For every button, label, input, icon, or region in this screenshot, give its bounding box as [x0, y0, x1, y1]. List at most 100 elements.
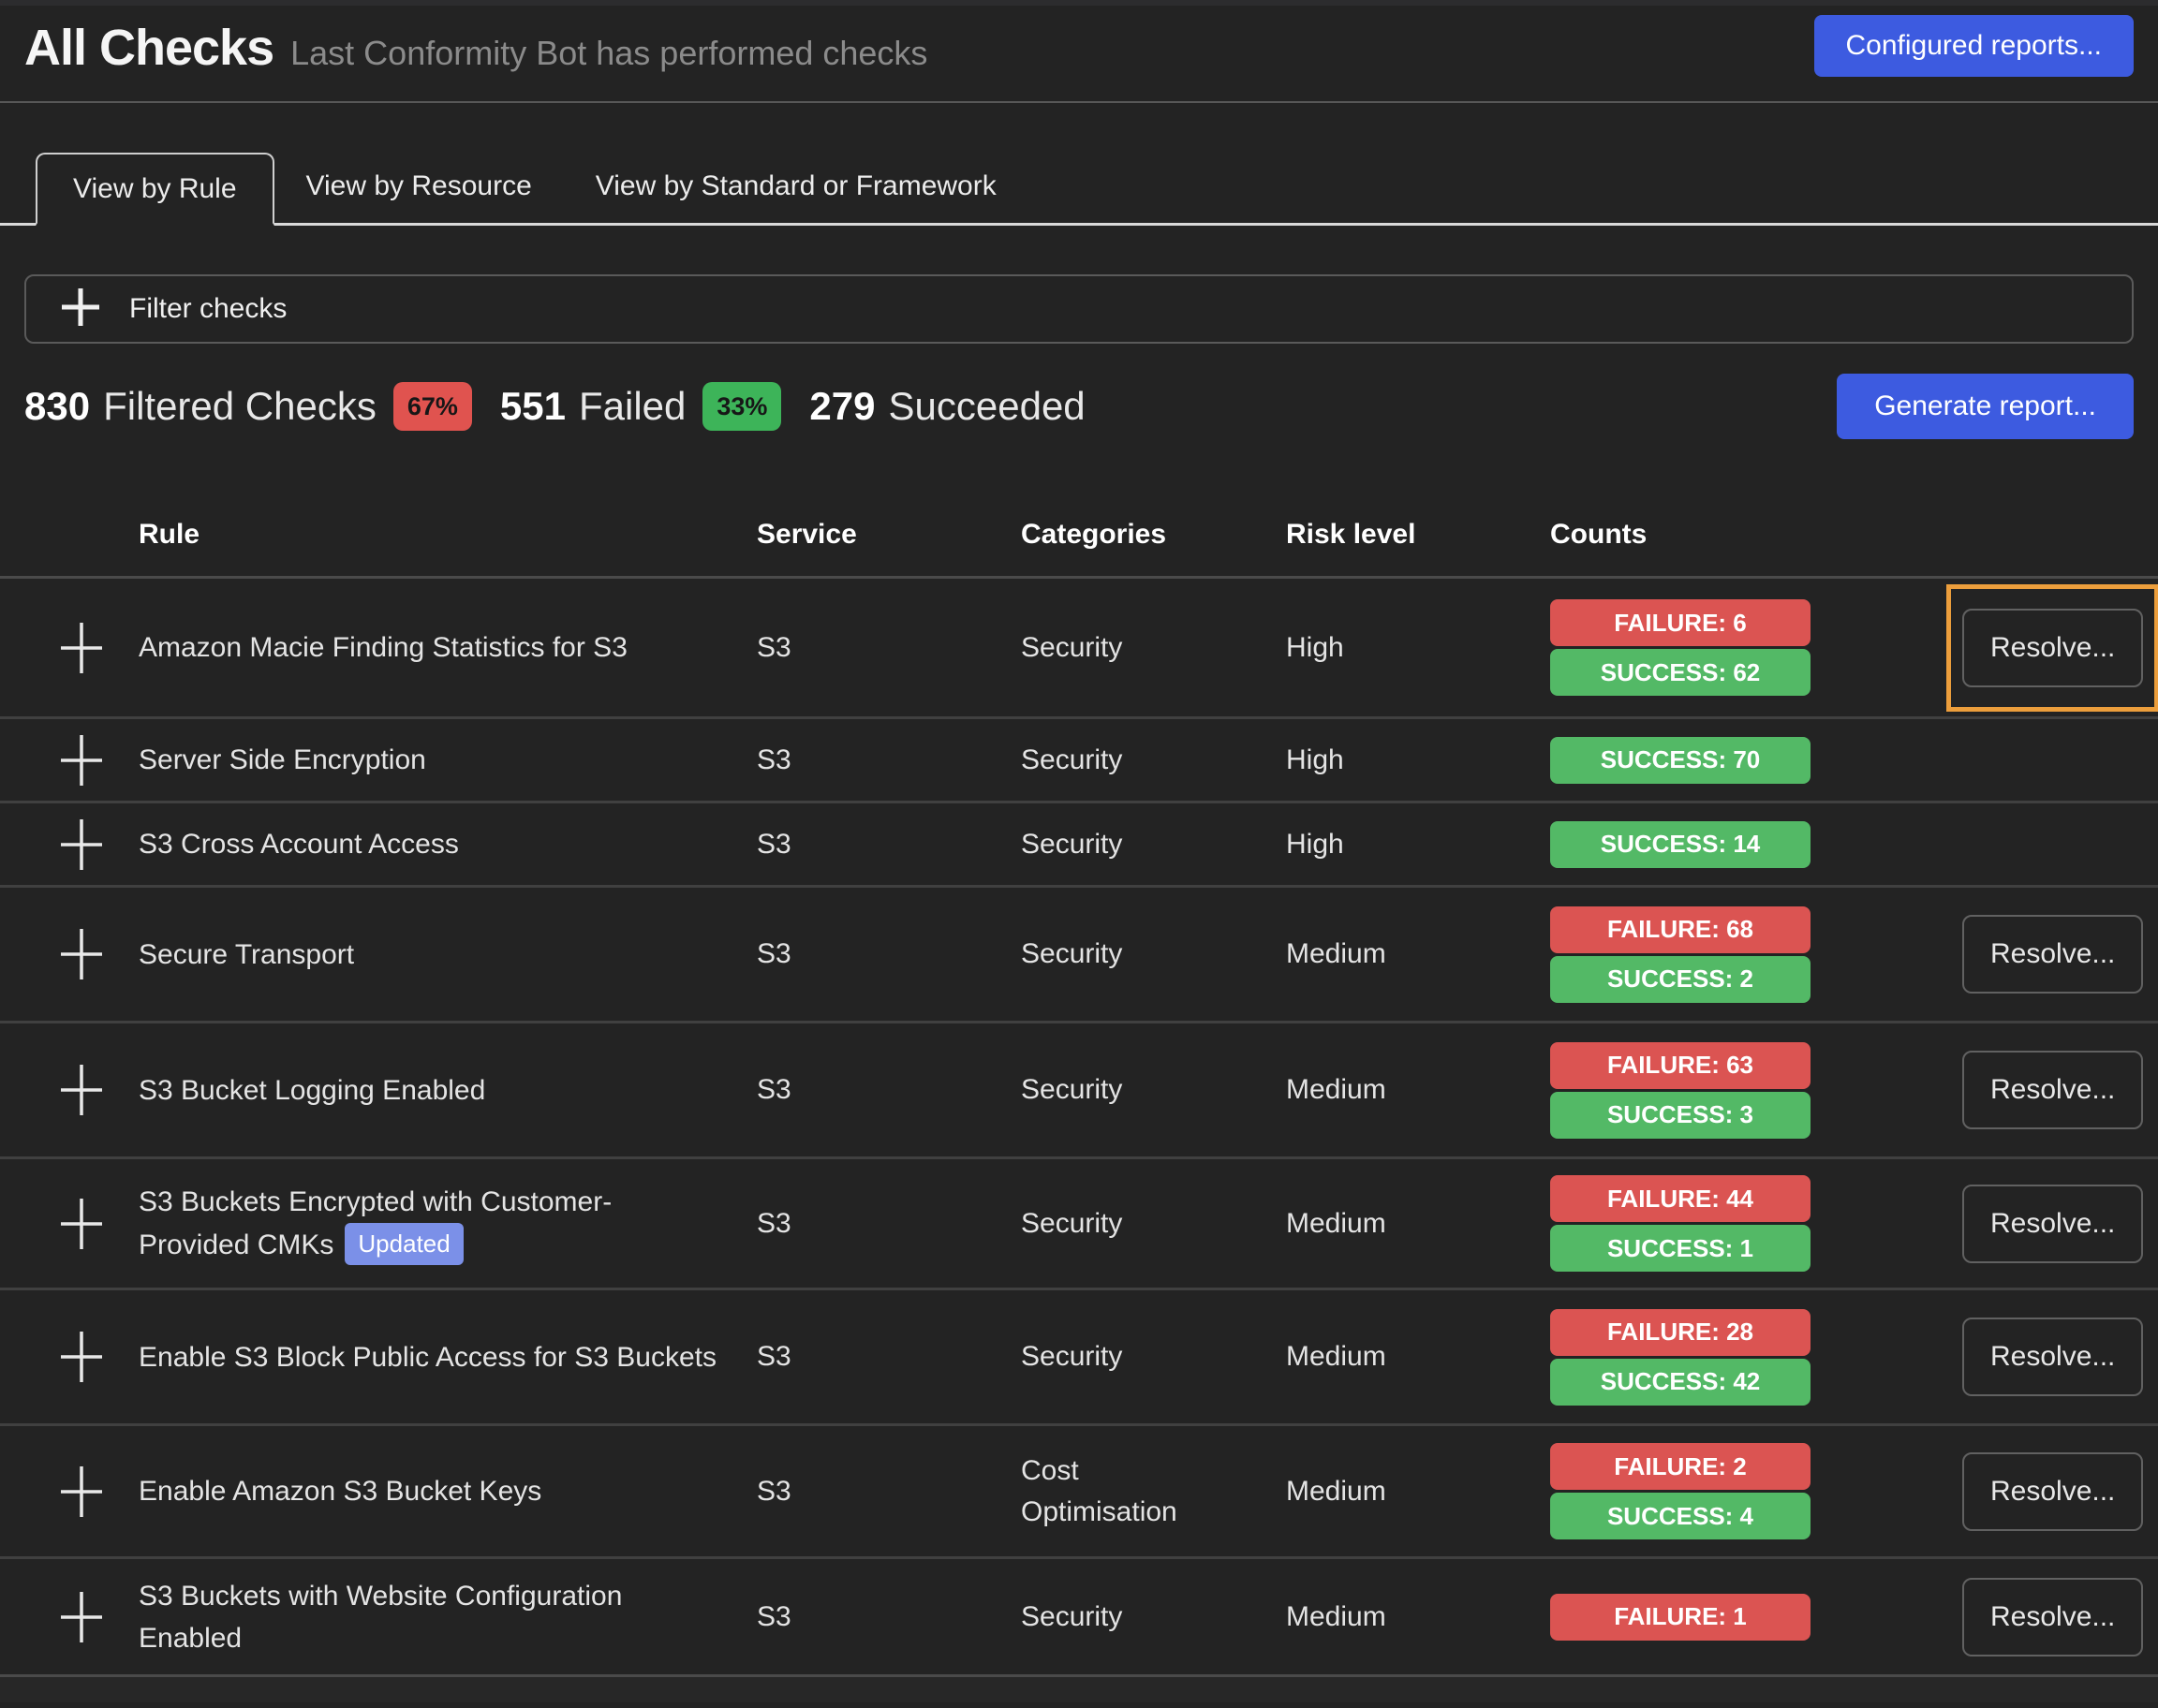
service-cell: S3: [757, 1476, 1021, 1508]
failure-count-badge: FAILURE: 44: [1550, 1175, 1811, 1222]
resolve-button[interactable]: Resolve...: [1962, 1452, 2143, 1531]
success-count-badge: SUCCESS: 62: [1550, 649, 1811, 696]
risk-level-cell: Medium: [1286, 1208, 1550, 1240]
resolve-button[interactable]: Resolve...: [1962, 915, 2143, 994]
risk-level-cell: High: [1286, 829, 1550, 861]
risk-level-cell: Medium: [1286, 938, 1550, 970]
table-row: Server Side Encryption S3 Security High …: [0, 716, 2158, 801]
success-count-badge: SUCCESS: 4: [1550, 1493, 1811, 1539]
categories-cell: Security: [1021, 824, 1122, 865]
checks-table: Rule Service Categories Risk level Count…: [0, 493, 2158, 1702]
counts-cell: FAILURE: 1: [1550, 1591, 1929, 1643]
column-header-counts: Counts: [1550, 519, 1929, 551]
service-cell: S3: [757, 1341, 1021, 1373]
rule-name: S3 Cross Account Access: [139, 829, 459, 860]
table-row: Secure Transport S3 Security Medium FAIL…: [0, 885, 2158, 1021]
failure-count-badge: FAILURE: 63: [1550, 1042, 1811, 1089]
risk-level-cell: High: [1286, 632, 1550, 664]
table-row: Enable Amazon S3 Bucket Keys S3 Cost Opt…: [0, 1423, 2158, 1556]
table-row: Amazon Macie Finding Statistics for S3 S…: [0, 576, 2158, 716]
rule-name: S3 Bucket Logging Enabled: [139, 1075, 485, 1106]
service-cell: S3: [757, 632, 1021, 664]
categories-cell: Security: [1021, 1336, 1122, 1377]
table-row: S3 Cross Account Access S3 Security High…: [0, 801, 2158, 885]
column-header-risk-level: Risk level: [1286, 519, 1550, 551]
counts-cell: SUCCESS: 70: [1550, 734, 1929, 787]
service-cell: S3: [757, 1208, 1021, 1240]
filtered-checks-count: 830: [24, 384, 90, 429]
expand-plus-icon[interactable]: [60, 1330, 103, 1384]
failure-count-badge: FAILURE: 1: [1550, 1594, 1811, 1641]
failed-label: Failed: [579, 384, 686, 429]
counts-cell: FAILURE: 68 SUCCESS: 2: [1550, 904, 1929, 1006]
resolve-button[interactable]: Resolve...: [1962, 1185, 2143, 1263]
updated-badge: Updated: [345, 1223, 463, 1265]
counts-cell: FAILURE: 6 SUCCESS: 62: [1550, 596, 1929, 699]
filter-checks-label: Filter checks: [129, 293, 287, 325]
rule-name: Secure Transport: [139, 939, 354, 970]
service-cell: S3: [757, 744, 1021, 776]
rule-name: S3 Buckets with Website Configuration En…: [139, 1581, 622, 1654]
success-count-badge: SUCCESS: 14: [1550, 821, 1811, 868]
column-header-service: Service: [757, 519, 1021, 551]
resolve-button[interactable]: Resolve...: [1962, 1578, 2143, 1656]
failure-count-badge: FAILURE: 6: [1550, 599, 1811, 646]
failure-count-badge: FAILURE: 2: [1550, 1443, 1811, 1490]
categories-cell: Security: [1021, 740, 1122, 781]
succeeded-count: 279: [809, 384, 875, 429]
succeeded-percent-badge: 33%: [702, 382, 781, 431]
rule-name: Enable S3 Block Public Access for S3 Buc…: [139, 1342, 717, 1373]
risk-level-cell: Medium: [1286, 1601, 1550, 1633]
risk-level-cell: Medium: [1286, 1476, 1550, 1508]
column-header-rule: Rule: [139, 519, 757, 551]
counts-cell: FAILURE: 63 SUCCESS: 3: [1550, 1039, 1929, 1141]
success-count-badge: SUCCESS: 2: [1550, 956, 1811, 1003]
stats-row: 830 Filtered Checks 67% 551 Failed 33% 2…: [24, 374, 2134, 439]
tab-view-by-rule[interactable]: View by Rule: [36, 153, 274, 226]
rule-name: Amazon Macie Finding Statistics for S3: [139, 632, 628, 663]
success-count-badge: SUCCESS: 1: [1550, 1225, 1811, 1272]
rule-name: Server Side Encryption: [139, 744, 426, 775]
failed-count: 551: [500, 384, 566, 429]
table-row: S3 Bucket Logging Enabled S3 Security Me…: [0, 1021, 2158, 1156]
tab-view-by-resource[interactable]: View by Resource: [274, 150, 564, 223]
failure-count-badge: FAILURE: 68: [1550, 906, 1811, 953]
configured-reports-button[interactable]: Configured reports...: [1814, 15, 2134, 77]
expand-plus-icon[interactable]: [60, 927, 103, 981]
expand-plus-icon[interactable]: [60, 733, 103, 788]
success-count-badge: SUCCESS: 3: [1550, 1092, 1811, 1139]
categories-cell: Security: [1021, 1069, 1122, 1111]
counts-cell: FAILURE: 28 SUCCESS: 42: [1550, 1306, 1929, 1408]
annotation-highlight-box: Resolve...: [1946, 584, 2158, 712]
service-cell: S3: [757, 938, 1021, 970]
table-row: S3 Buckets with Website Configuration En…: [0, 1556, 2158, 1674]
filter-checks-bar[interactable]: Filter checks: [24, 274, 2134, 344]
page-title: All Checks: [24, 19, 273, 77]
expand-plus-icon[interactable]: [60, 817, 103, 872]
table-header-row: Rule Service Categories Risk level Count…: [0, 493, 2158, 576]
counts-cell: FAILURE: 2 SUCCESS: 4: [1550, 1440, 1929, 1542]
resolve-button[interactable]: Resolve...: [1962, 609, 2143, 687]
service-cell: S3: [757, 1601, 1021, 1633]
expand-plus-icon[interactable]: [60, 1590, 103, 1644]
expand-plus-icon[interactable]: [60, 1197, 103, 1251]
tab-view-by-standard-or-framework[interactable]: View by Standard or Framework: [564, 150, 1028, 223]
service-cell: S3: [757, 829, 1021, 861]
risk-level-cell: Medium: [1286, 1074, 1550, 1106]
expand-plus-icon[interactable]: [60, 1063, 103, 1117]
page-subtitle: Last Conformity Bot has performed checks: [290, 34, 927, 73]
expand-plus-icon[interactable]: [60, 621, 103, 675]
table-row: S3 Buckets Encrypted with Customer-Provi…: [0, 1156, 2158, 1288]
resolve-button[interactable]: Resolve...: [1962, 1051, 2143, 1129]
categories-cell: Security: [1021, 1203, 1122, 1244]
categories-cell: Cost Optimisation: [1021, 1450, 1199, 1532]
plus-icon: [60, 287, 101, 332]
success-count-badge: SUCCESS: 42: [1550, 1359, 1811, 1406]
counts-cell: SUCCESS: 14: [1550, 818, 1929, 871]
expand-plus-icon[interactable]: [60, 1465, 103, 1519]
header-divider: [0, 101, 2158, 103]
generate-report-button[interactable]: Generate report...: [1837, 374, 2134, 439]
risk-level-cell: High: [1286, 744, 1550, 776]
failed-percent-badge: 67%: [393, 382, 472, 431]
resolve-button[interactable]: Resolve...: [1962, 1318, 2143, 1396]
